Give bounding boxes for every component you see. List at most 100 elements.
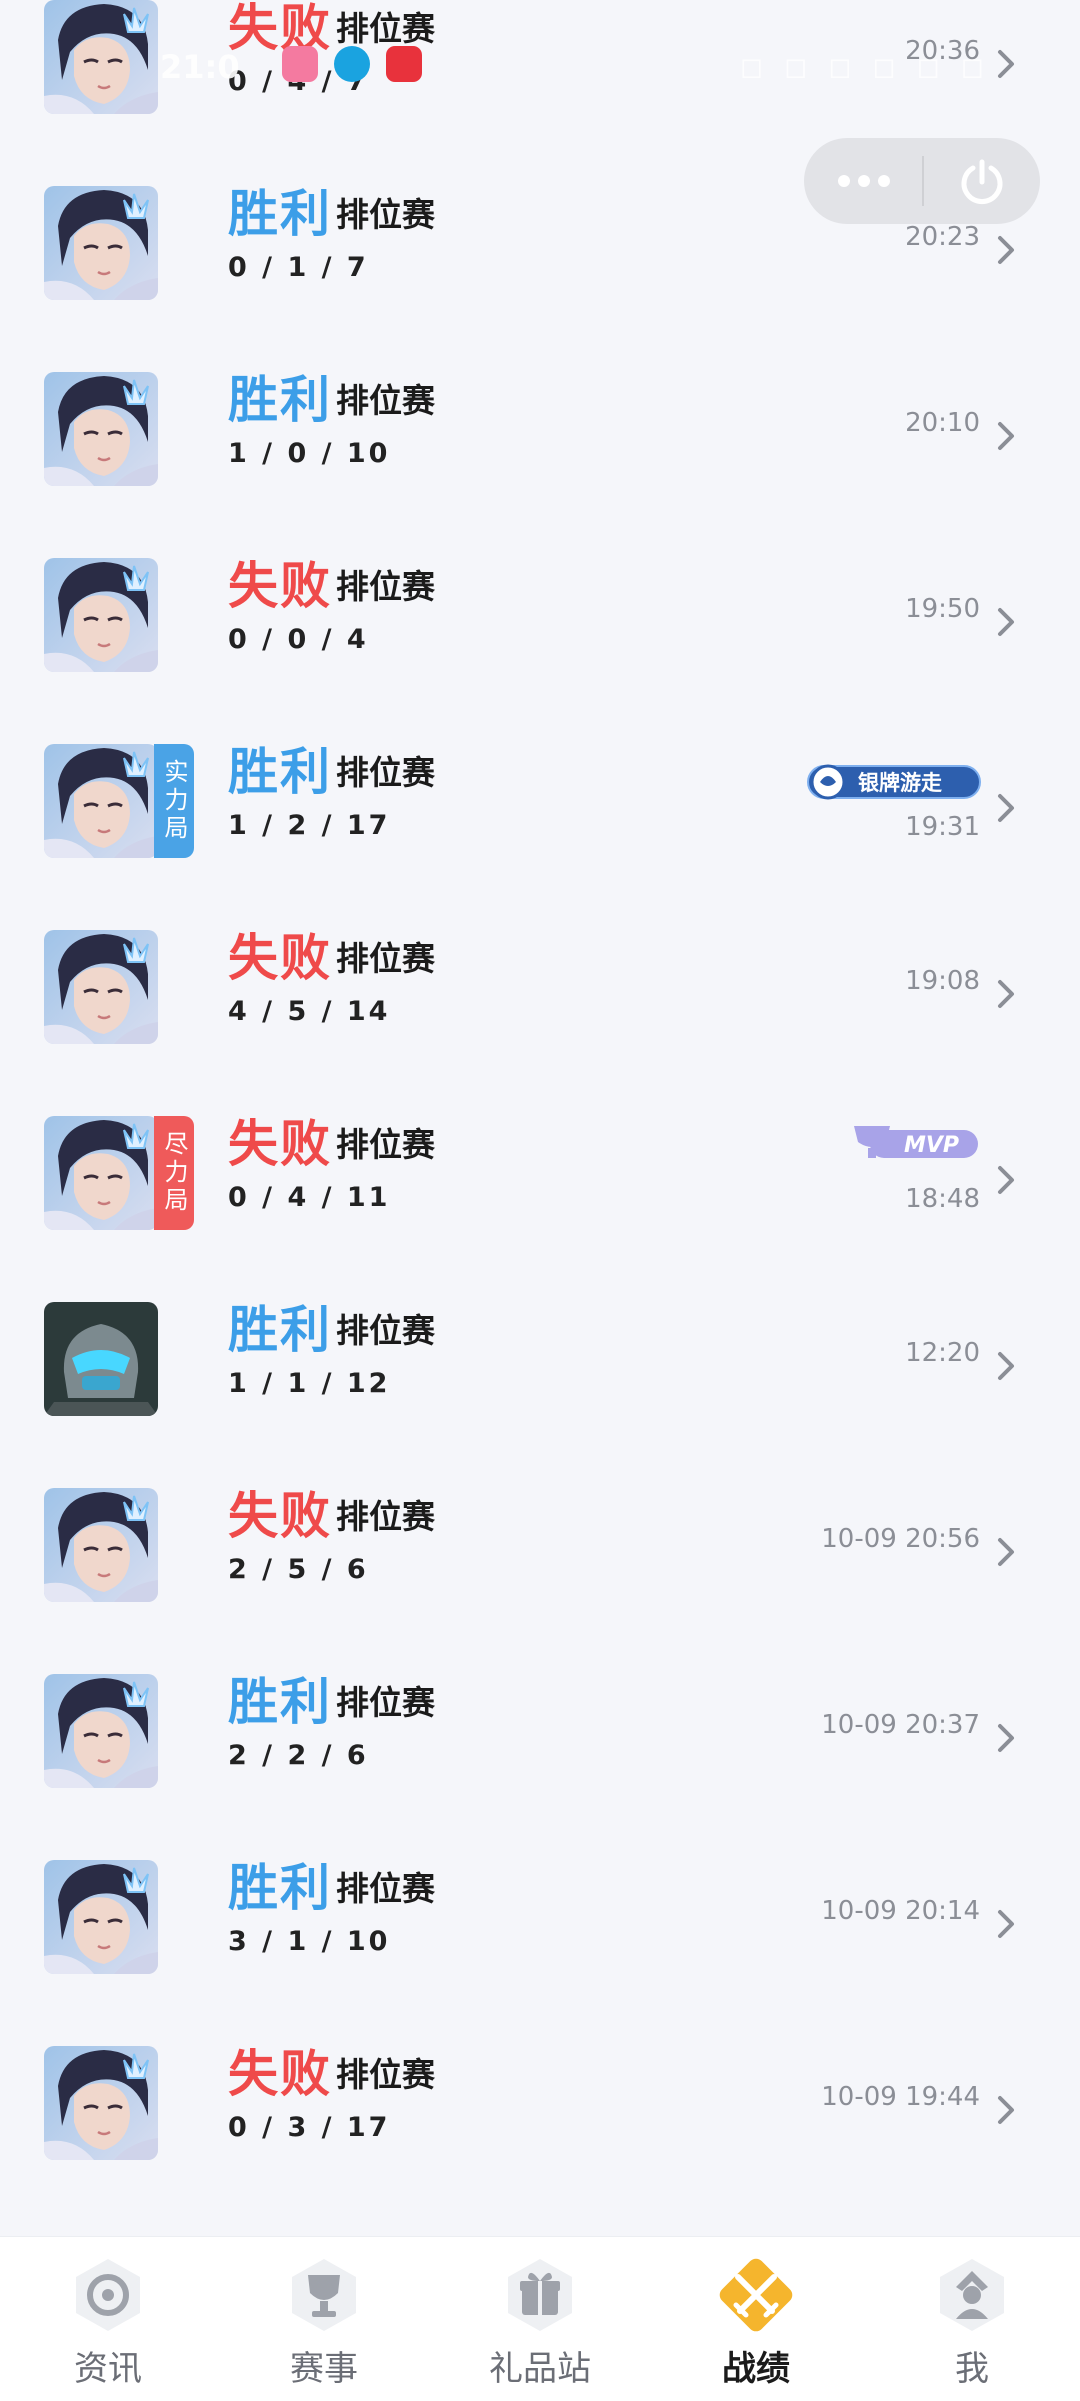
chevron-right-icon[interactable] [990, 416, 1022, 456]
match-row[interactable]: 失败 排位赛 0 / 3 / 17 10-09 19:44 [0, 2034, 1080, 2220]
chevron-right-icon[interactable] [990, 788, 1022, 828]
gift-icon [498, 2253, 582, 2337]
mvp-badge: MVP [850, 1122, 980, 1160]
hero-avatar [44, 1674, 158, 1788]
match-mode: 排位赛 [336, 753, 435, 792]
match-mode: 排位赛 [336, 9, 435, 48]
hero-avatar [44, 930, 158, 1044]
match-mode: 排位赛 [336, 1869, 435, 1908]
more-icon[interactable] [834, 166, 894, 196]
match-result: 胜利 [228, 371, 332, 429]
match-row[interactable]: 失败 排位赛 0 / 0 / 4 19:50 [0, 546, 1080, 732]
match-kda: 2 / 2 / 6 [228, 1740, 369, 1771]
power-icon[interactable] [956, 156, 1008, 208]
hero-avatar [44, 1860, 158, 1974]
match-result: 失败 [228, 2045, 332, 2103]
chevron-right-icon[interactable] [990, 1904, 1022, 1944]
match-kda: 0 / 4 / 11 [228, 1182, 391, 1213]
nav-tab[interactable]: 我 [864, 2237, 1080, 2401]
hero-avatar [44, 744, 158, 858]
match-result: 胜利 [228, 1859, 332, 1917]
chevron-right-icon[interactable] [990, 1346, 1022, 1386]
bottom-nav: 资讯 赛事 礼品站 战绩 我 [0, 2236, 1080, 2401]
chevron-right-icon[interactable] [990, 602, 1022, 642]
match-time: 20:36 [905, 36, 980, 66]
match-mode: 排位赛 [336, 939, 435, 978]
chevron-right-icon[interactable] [990, 230, 1022, 270]
match-mode: 排位赛 [336, 381, 435, 420]
match-time: 19:50 [905, 594, 980, 624]
match-time: 10-09 19:44 [821, 2082, 980, 2112]
match-result: 失败 [228, 0, 332, 57]
match-row[interactable]: 失败 排位赛 4 / 5 / 14 19:08 [0, 918, 1080, 1104]
match-mode: 排位赛 [336, 1311, 435, 1350]
hero-avatar [44, 1116, 158, 1230]
performance-tag: 实力局 [154, 744, 194, 858]
match-mode: 排位赛 [336, 195, 435, 234]
match-kda: 1 / 0 / 10 [228, 438, 391, 469]
trophy-icon [282, 2253, 366, 2337]
match-result: 失败 [228, 1487, 332, 1545]
chevron-right-icon[interactable] [990, 1160, 1022, 1200]
nav-tab-label: 资讯 [74, 2349, 142, 2389]
match-result: 胜利 [228, 743, 332, 801]
match-time: 10-09 20:56 [821, 1524, 980, 1554]
match-row[interactable]: 胜利 排位赛 2 / 2 / 6 10-09 20:37 [0, 1662, 1080, 1848]
chevron-right-icon[interactable] [990, 44, 1022, 84]
chevron-right-icon[interactable] [990, 1532, 1022, 1572]
match-result: 失败 [228, 929, 332, 987]
hero-avatar [44, 1488, 158, 1602]
nav-tab[interactable]: 赛事 [216, 2237, 432, 2401]
match-mode: 排位赛 [336, 567, 435, 606]
match-kda: 0 / 0 / 4 [228, 624, 369, 655]
nav-tab-label: 战绩 [722, 2349, 790, 2389]
chevron-right-icon[interactable] [990, 2090, 1022, 2130]
match-row[interactable]: 尽力局 失败 排位赛 0 / 4 / 11 MVP 18:48 [0, 1104, 1080, 1290]
nav-tab-label: 赛事 [290, 2349, 358, 2389]
match-kda: 4 / 5 / 14 [228, 996, 391, 1027]
match-time: 12:20 [905, 1338, 980, 1368]
match-kda: 1 / 2 / 17 [228, 810, 391, 841]
match-mode: 排位赛 [336, 1125, 435, 1164]
hero-avatar [44, 2046, 158, 2160]
match-result: 失败 [228, 557, 332, 615]
chevron-right-icon[interactable] [990, 974, 1022, 1014]
match-row[interactable]: 胜利 排位赛 3 / 1 / 10 10-09 20:14 [0, 1848, 1080, 2034]
match-result: 胜利 [228, 1301, 332, 1359]
match-time: 10-09 20:14 [821, 1896, 980, 1926]
match-row[interactable]: 胜利 排位赛 1 / 0 / 10 20:10 [0, 360, 1080, 546]
match-kda: 0 / 4 / 7 [228, 66, 369, 97]
performance-tag: 尽力局 [154, 1116, 194, 1230]
match-kda: 2 / 5 / 6 [228, 1554, 369, 1585]
nav-tab[interactable]: 资讯 [0, 2237, 216, 2401]
profile-icon [930, 2253, 1014, 2337]
match-mode: 排位赛 [336, 1497, 435, 1536]
match-mode: 排位赛 [336, 2055, 435, 2094]
nav-tab-label: 我 [955, 2349, 989, 2389]
crossed-swords-icon [714, 2253, 798, 2337]
compass-icon [66, 2253, 150, 2337]
pill-divider [922, 156, 924, 206]
hero-avatar [44, 186, 158, 300]
floating-control-pill [804, 138, 1040, 224]
chevron-right-icon[interactable] [990, 1718, 1022, 1758]
svg-text:MVP: MVP [904, 1133, 959, 1158]
match-kda: 0 / 3 / 17 [228, 2112, 391, 2143]
hero-avatar-robot [44, 1302, 158, 1416]
match-kda: 0 / 1 / 7 [228, 252, 369, 283]
match-kda: 3 / 1 / 10 [228, 1926, 391, 1957]
nav-tab[interactable]: 战绩 [648, 2237, 864, 2401]
match-result: 失败 [228, 1115, 332, 1173]
match-row[interactable]: 胜利 排位赛 1 / 1 / 12 12:20 [0, 1290, 1080, 1476]
match-time: 20:10 [905, 408, 980, 438]
match-time: 19:08 [905, 966, 980, 996]
match-time: 10-09 20:37 [821, 1710, 980, 1740]
match-kda: 1 / 1 / 12 [228, 1368, 391, 1399]
hero-avatar [44, 558, 158, 672]
match-row[interactable]: 实力局 胜利 排位赛 1 / 2 / 17 银牌游走 19:31 [0, 732, 1080, 918]
nav-tab-label: 礼品站 [489, 2349, 591, 2389]
match-row[interactable]: 失败 排位赛 2 / 5 / 6 10-09 20:56 [0, 1476, 1080, 1662]
honor-badge: 银牌游走 [806, 762, 982, 800]
svg-text:银牌游走: 银牌游走 [858, 771, 942, 795]
nav-tab[interactable]: 礼品站 [432, 2237, 648, 2401]
